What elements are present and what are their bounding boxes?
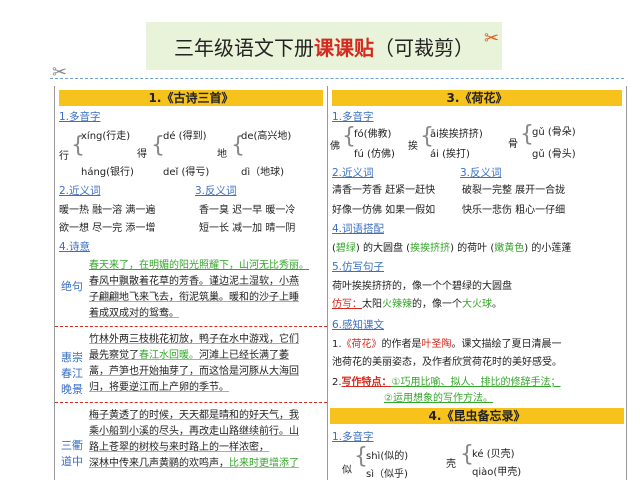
poly-reading: fú (仿佛) <box>354 149 395 160</box>
lesson-band: 3.《荷花》 <box>332 90 622 106</box>
section-heading: 1.多音字 <box>332 431 374 443</box>
meaning-line: 春风中飘散着花草的芳香。谨边泥土湿软，小燕 <box>89 276 299 287</box>
meaning-line: 蒿，芦笋也开始抽芽了，而这恰是河豚从大海回 <box>89 366 299 377</box>
section-heading: 5.仿写句子 <box>332 261 385 273</box>
page-title: 三年级语文下册 课课贴 （可裁剪） <box>146 22 502 70</box>
perception-line: 2.写作特点：①巧用比喻、拟人、排比的修辞手法； <box>332 377 561 388</box>
meaning-line: 路上苍翠的树校与来时路上的一样浓密， <box>89 442 269 453</box>
divider <box>55 402 327 403</box>
title-main: 三年级语文下册 <box>174 35 314 60</box>
scissors-icon: ✂ <box>52 62 68 83</box>
poem-title: 三衢道中 <box>61 439 83 468</box>
poly-char: 行 <box>59 151 69 162</box>
poly-reading: de(高兴地) <box>241 131 292 142</box>
synonym-row: 欲一想 尽一完 添一增 <box>59 223 156 234</box>
antonym-row: 香一臭 迟一早 暖一冷 <box>199 205 296 216</box>
perception-line: 池荷花的美丽姿态，及作者欣赏荷花时的美好感受。 <box>332 357 562 368</box>
poly-reading: xíng(行走) <box>81 131 131 142</box>
poly-char: 地 <box>217 149 227 160</box>
meaning-line: 乘小船到小溪的尽头，再改走山路继续前行。山 <box>89 426 299 437</box>
title-suffix: （可裁剪） <box>374 35 474 60</box>
antonym-row: 短一长 减一加 晴一阴 <box>199 223 296 234</box>
poly-reading: háng(银行) <box>81 167 134 178</box>
meaning-line: 最先察觉了春江水回暖。河滩上已经长满了萎 <box>89 350 289 361</box>
poly-char: 佛 <box>330 141 340 152</box>
lesson-band: 1.《古诗三首》 <box>59 90 323 106</box>
section-heading: 4.诗意 <box>59 241 91 253</box>
perception-line: 1.《荷花》的作者是叶圣陶。课文描绘了夏日清晨一 <box>332 339 562 350</box>
poly-char: 挨 <box>408 141 418 152</box>
section-heading: 3.反义词 <box>460 167 502 179</box>
poly-char: 骨 <box>508 139 518 150</box>
scissors-icon: ✂ <box>484 28 500 49</box>
antonym-row: 快乐一悲伤 粗心一仔细 <box>462 205 566 216</box>
poly-reading: gǔ (骨头) <box>532 149 576 160</box>
imitation-answer: 仿写：太阳火辣辣的，像一个大火球。 <box>332 299 502 310</box>
meaning-line: 子翩翩地飞来飞去，衔泥筑巢。暖和的沙子上睡 <box>89 292 299 303</box>
meaning-line: 归，将要逆江而上产卵的季节。 <box>89 382 229 393</box>
poly-char: 壳 <box>446 459 456 470</box>
section-heading: 2.近义词 <box>59 185 101 197</box>
meaning-line: 着成双成对的鸳鸯。 <box>89 308 179 319</box>
poly-char: 得 <box>137 149 147 160</box>
title-highlight: 课课贴 <box>314 35 374 60</box>
poly-reading: dì（地球) <box>241 167 285 178</box>
poem-meaning: 梅子黄透了的时候，天天都是晴和的好天气，我 乘小船到小溪的尽头，再改走山路继续前… <box>89 408 325 472</box>
meaning-highlight: 春天来了，在明媚的阳光照耀下，山河无比秀丽。 <box>89 260 309 271</box>
synonym-row: 清香一芳香 赶紧一赶快 <box>332 185 436 196</box>
imitation-source: 荷叶挨挨挤挤的，像一个个碧绿的大圆盘 <box>332 281 512 292</box>
divider <box>55 326 327 327</box>
section-heading: 4.词语搭配 <box>332 223 385 235</box>
poly-reading: fó(佛教) <box>354 129 392 140</box>
section-heading: 6.感知课文 <box>332 319 385 331</box>
section-heading: 1.多音字 <box>332 111 374 123</box>
poly-reading: ké (贝壳) <box>472 449 515 460</box>
poem-title: 绝句 <box>61 280 83 293</box>
poly-reading: ái (挨打) <box>430 149 470 160</box>
poly-reading: dé (得到) <box>163 131 207 142</box>
meaning-line: 梅子黄透了的时候，天天都是晴和的好天气，我 <box>89 410 299 421</box>
meaning-line: 竹林外两三枝桃花初放，鸭子在水中游戏，它们 <box>89 334 299 345</box>
poly-char: 似 <box>342 465 352 476</box>
cut-line <box>50 78 624 79</box>
poly-reading: qiào(甲壳) <box>472 467 522 478</box>
poem-meaning: 春天来了，在明媚的阳光照耀下，山河无比秀丽。 春风中飘散着花草的芳香。谨边泥土湿… <box>89 258 325 322</box>
poem-title: 惠崇春江晚景 <box>61 351 83 396</box>
poly-reading: shì(似的) <box>366 451 409 462</box>
poly-reading: deǐ (得亏) <box>163 167 210 178</box>
section-heading: 1.多音字 <box>59 111 101 123</box>
collocation-row: (碧绿) 的大圆盘 (挨挨挤挤) 的荷叶 (嫩黄色) 的小莲蓬 <box>332 243 572 254</box>
perception-line: ②运用想象的写作方法。 <box>384 393 493 404</box>
section-heading: 2.近义词 <box>332 167 374 179</box>
poly-reading: gǔ (骨朵) <box>532 127 576 138</box>
lesson-band: 4.《昆虫备忘录》 <box>330 408 624 424</box>
poly-reading: āi挨挨挤挤) <box>430 129 483 140</box>
section-heading: 3.反义词 <box>195 185 237 197</box>
synonym-row: 好像一仿佛 如果一假如 <box>332 205 436 216</box>
synonym-row: 暖一热 融一溶 满一遍 <box>59 205 156 216</box>
left-panel: 1.《古诗三首》 1.多音字 行 { xíng(行走) háng(银行) 得 {… <box>54 86 328 480</box>
antonym-row: 破裂一完整 展开一合拢 <box>462 185 566 196</box>
right-panel: 3.《荷花》 1.多音字 佛 { fó(佛教) fú (仿佛) 挨 { āi挨挨… <box>328 86 627 480</box>
poem-meaning: 竹林外两三枝桃花初放，鸭子在水中游戏，它们 最先察觉了春江水回暖。河滩上已经长满… <box>89 332 325 396</box>
meaning-line: 深林中传来几声黄鹂的欢鸣声，比来时更增添了 <box>89 458 299 469</box>
